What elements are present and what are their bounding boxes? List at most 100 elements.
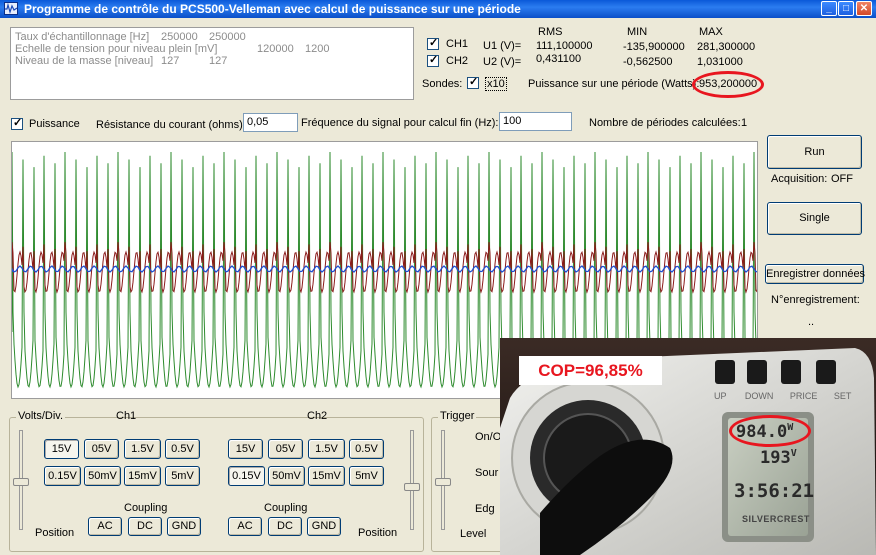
close-button[interactable]: ✕ — [856, 1, 872, 16]
meter-button-labels: UP DOWN PRICE SET — [714, 391, 851, 401]
info-value: 127 — [161, 55, 180, 67]
acquisition-label: Acquisition: — [771, 173, 828, 185]
info-value: 250000 — [209, 31, 246, 43]
ch2-50mv-button[interactable]: 50mV — [268, 466, 305, 486]
u2-label: U2 (V)= — [483, 56, 522, 68]
ch2-5mv-button[interactable]: 5mV — [349, 466, 384, 486]
u2-max: 1,031000 — [697, 56, 743, 68]
minimize-button[interactable]: _ — [821, 1, 837, 16]
ch1-dc-button[interactable]: DC — [128, 517, 162, 536]
ch1-0.5v-button[interactable]: 0.5V — [165, 439, 200, 459]
trigger-edge-label: Edg — [475, 503, 495, 515]
lcd-voltage: 193V — [760, 448, 797, 468]
ch1-coupling-label: Coupling — [124, 502, 168, 514]
resistance-input[interactable]: 0,05 — [243, 113, 298, 132]
power-highlight-ellipse — [692, 71, 764, 98]
ch1-0.15v-button[interactable]: 0.15V — [44, 466, 81, 486]
ch1-label: CH1 — [446, 38, 469, 50]
ch2-checkbox[interactable] — [427, 53, 439, 67]
lcd-time: 3:56:21 — [734, 480, 815, 502]
ch1-15v-button[interactable]: 15V — [44, 439, 79, 459]
price-label: PRICE — [789, 391, 818, 401]
periods-value: 1 — [741, 117, 748, 129]
ch1-position-thumb[interactable] — [13, 478, 29, 486]
ch2-15v-button[interactable]: 15V — [228, 439, 263, 459]
ch1-5mv-button[interactable]: 5mV — [165, 466, 200, 486]
volts-div-legend: Volts/Div. — [16, 410, 66, 422]
u1-max: 281,300000 — [697, 41, 756, 53]
x10-checkbox[interactable] — [467, 75, 479, 89]
ch2-0.5v-button[interactable]: 0.5V — [349, 439, 384, 459]
ch2-position-thumb[interactable] — [404, 483, 420, 491]
ch1-50mv-button[interactable]: 50mV — [84, 466, 121, 486]
puissance-label: Puissance — [29, 118, 80, 130]
freq-label: Fréquence du signal pour calcul fin (Hz)… — [301, 117, 499, 129]
u1-min: -135,900000 — [623, 41, 685, 53]
ch2-05v-button[interactable]: 05V — [268, 439, 303, 459]
puissance-checkbox[interactable] — [11, 116, 23, 130]
up-label: UP — [714, 391, 727, 401]
info-row-sampling: Taux d'échantillonnage [Hz] 250000 25000… — [15, 31, 409, 43]
ch2-gnd-button[interactable]: GND — [307, 517, 341, 536]
brand-label: SILVERCREST — [742, 514, 810, 524]
ch2-coupling-label: Coupling — [264, 502, 308, 514]
ch2-0.15v-button[interactable]: 0.15V — [228, 466, 265, 486]
ch1-ac-button[interactable]: AC — [88, 517, 122, 536]
cop-label: COP=96,85% — [519, 356, 662, 385]
set-label: SET — [833, 391, 852, 401]
ch1-1.5v-button[interactable]: 1.5V — [124, 439, 161, 459]
maximize-button[interactable]: □ — [838, 1, 854, 16]
trigger-level-thumb[interactable] — [435, 478, 451, 486]
ch1-gnd-button[interactable]: GND — [167, 517, 201, 536]
info-label: Niveau de la masse [niveau] — [15, 55, 154, 67]
ch2-ac-button[interactable]: AC — [228, 517, 262, 536]
window-title: Programme de contrôle du PCS500-Velleman… — [24, 2, 521, 16]
trigger-level-label: Level — [460, 528, 487, 540]
u2-rms: 0,431100 — [536, 53, 582, 65]
ch1-checkbox[interactable] — [427, 36, 439, 50]
info-label: Echelle de tension pour niveau plein [mV… — [15, 43, 218, 55]
ch2-position-slider[interactable] — [410, 430, 414, 530]
record-number-value: .. — [808, 316, 815, 328]
ch1-position-label: Position — [35, 527, 75, 539]
trigger-legend: Trigger — [438, 410, 477, 422]
freq-input[interactable]: 100 — [499, 112, 572, 131]
trigger-onoff-label: On/O — [475, 431, 502, 443]
max-header: MAX — [699, 26, 723, 38]
u1-label: U1 (V)= — [483, 40, 522, 52]
min-header: MIN — [627, 26, 648, 38]
info-textbox[interactable]: Taux d'échantillonnage [Hz] 250000 25000… — [10, 27, 414, 100]
ch2-dc-button[interactable]: DC — [268, 517, 302, 536]
power-label: Puissance sur une période (Watts): — [528, 78, 700, 90]
ch2-1.5v-button[interactable]: 1.5V — [308, 439, 345, 459]
ch1-05v-button[interactable]: 05V — [84, 439, 119, 459]
ch2-15mv-button[interactable]: 15mV — [308, 466, 345, 486]
ch1-15mv-button[interactable]: 15mV — [124, 466, 161, 486]
info-label: Taux d'échantillonnage [Hz] — [15, 31, 150, 43]
u1-rms: 111,100000 — [536, 40, 593, 52]
x10-label: x10 — [485, 77, 507, 91]
lcd-power-highlight-ellipse — [729, 415, 811, 447]
ch1-group-label: Ch1 — [116, 410, 137, 422]
single-button[interactable]: Single — [767, 202, 862, 235]
u2-min: -0,562500 — [623, 56, 673, 68]
probes-label: Sondes: — [422, 78, 463, 90]
resistance-label: Résistance du courant (ohms): — [96, 119, 246, 131]
title-bar: Programme de contrôle du PCS500-Velleman… — [0, 0, 876, 18]
run-button[interactable]: Run — [767, 135, 862, 169]
save-data-button[interactable]: Enregistrer données — [765, 264, 865, 284]
periods-label: Nombre de périodes calculées: — [589, 117, 741, 129]
info-value: 127 — [209, 55, 228, 67]
down-label: DOWN — [744, 391, 774, 401]
ch2-label: CH2 — [446, 55, 469, 67]
trigger-source-label: Sour — [475, 467, 499, 479]
info-row-ground: Niveau de la masse [niveau] 127 127 — [15, 55, 409, 67]
info-value: 120000 — [257, 43, 294, 55]
info-value: 1200 — [305, 43, 330, 55]
acquisition-status: OFF — [831, 173, 853, 185]
info-row-scale: Echelle de tension pour niveau plein [mV… — [15, 43, 409, 55]
app-icon — [4, 2, 18, 15]
ch2-group-label: Ch2 — [307, 410, 328, 422]
rms-header: RMS — [538, 26, 563, 38]
ch2-position-label: Position — [358, 527, 398, 539]
